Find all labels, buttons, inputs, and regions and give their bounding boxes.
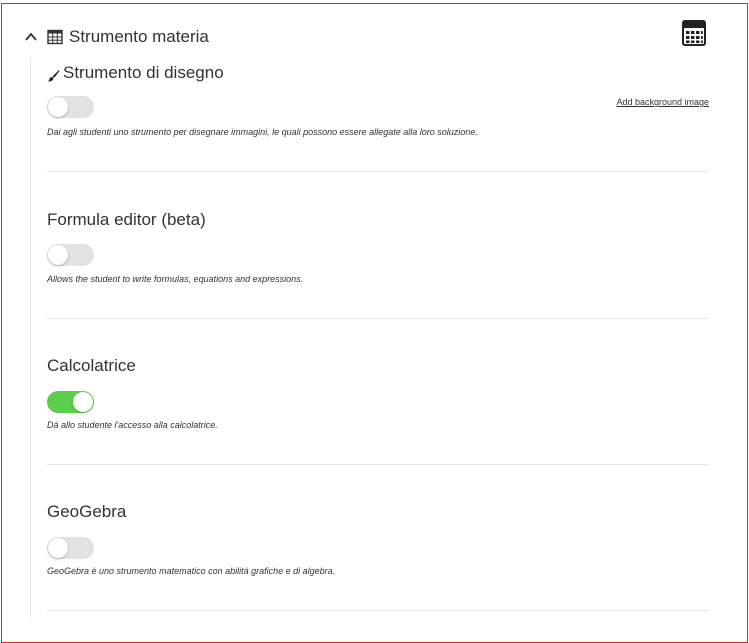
panel-title: Strumento materia bbox=[69, 27, 209, 46]
toggle-knob bbox=[48, 538, 68, 558]
geogebra-toggle[interactable] bbox=[47, 537, 94, 559]
divider bbox=[47, 318, 709, 319]
toggle-knob bbox=[48, 97, 68, 117]
geogebra-description: GeoGebra è uno strumento matematico con … bbox=[47, 566, 336, 576]
geogebra-title: GeoGebra bbox=[47, 502, 127, 521]
chevron-up-icon[interactable] bbox=[24, 30, 38, 44]
toggle-knob bbox=[48, 245, 68, 265]
drawing-tool-description: Dai agli studenti uno strumento per dise… bbox=[47, 127, 478, 137]
formula-editor-title: Formula editor (beta) bbox=[47, 210, 206, 229]
calculator-icon[interactable] bbox=[681, 20, 707, 46]
formula-editor-toggle[interactable] bbox=[47, 244, 94, 266]
drawing-tool-toggle[interactable] bbox=[47, 96, 94, 118]
divider bbox=[47, 171, 709, 172]
section-title-drawing: Strumento di disegno bbox=[47, 63, 709, 83]
calculator-toggle[interactable] bbox=[47, 391, 94, 413]
paintbrush-icon bbox=[47, 67, 60, 81]
add-background-image-link[interactable]: Add background image bbox=[616, 97, 709, 107]
section-guide-line bbox=[30, 58, 31, 618]
section-geogebra: GeoGebra GeoGebra è uno strumento matema… bbox=[47, 502, 709, 582]
section-drawing-tool: Strumento di disegno Add background imag… bbox=[47, 63, 709, 143]
drawing-tool-title: Strumento di disegno bbox=[63, 63, 224, 82]
panel-header[interactable]: Strumento materia bbox=[24, 26, 209, 48]
section-calculator: Calcolatrice Dà allo studente l'accesso … bbox=[47, 356, 709, 436]
section-formula-editor: Formula editor (beta) Allows the student… bbox=[47, 210, 709, 290]
toggle-knob bbox=[73, 392, 93, 412]
divider bbox=[47, 464, 709, 465]
calculator-description: Dà allo studente l'accesso alla calcolat… bbox=[47, 420, 218, 430]
formula-editor-description: Allows the student to write formulas, eq… bbox=[47, 274, 304, 284]
divider bbox=[47, 610, 709, 611]
calculator-title: Calcolatrice bbox=[47, 356, 136, 375]
grid-table-icon bbox=[47, 29, 63, 45]
